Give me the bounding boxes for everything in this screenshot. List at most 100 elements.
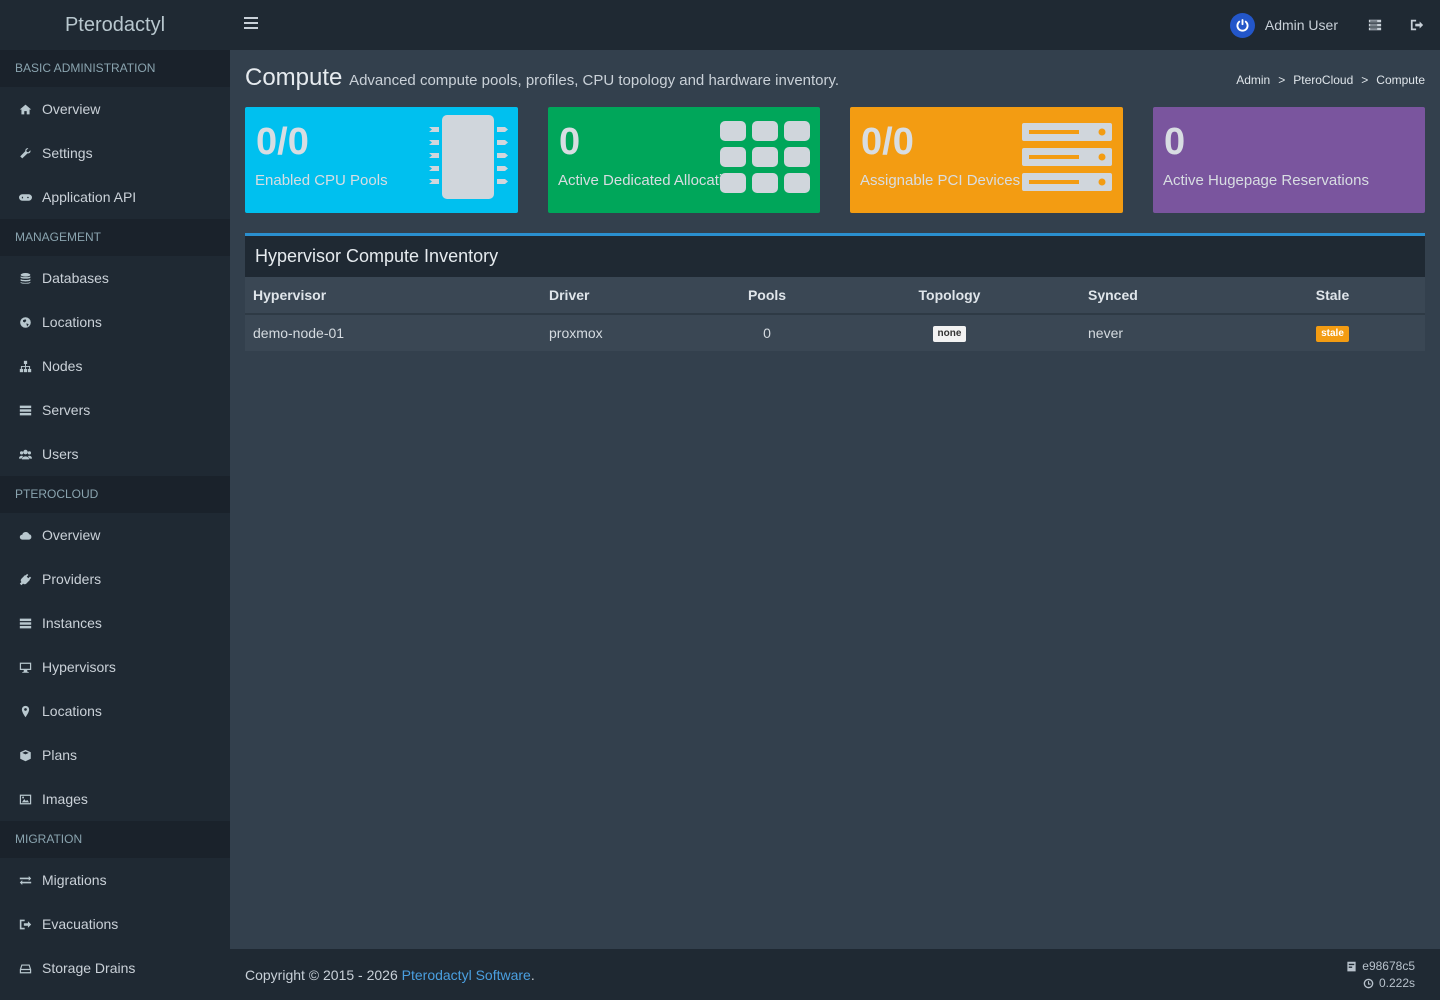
hypervisor-compute-inventory: Hypervisor Compute Inventory Hypervisor … bbox=[245, 233, 1425, 351]
breadcrumb: Admin > PteroCloud > Compute bbox=[1236, 73, 1425, 87]
desktop-icon bbox=[18, 660, 32, 674]
col-stale: Stale bbox=[1240, 277, 1425, 315]
page-title-text: Compute bbox=[245, 64, 343, 91]
users-icon bbox=[18, 447, 32, 461]
render-time: 0.222s bbox=[1363, 976, 1415, 990]
cell-stale: stale bbox=[1240, 314, 1425, 350]
stale-badge: stale bbox=[1316, 326, 1349, 342]
page-title: Compute Advanced compute pools, profiles… bbox=[245, 64, 839, 92]
user-menu[interactable]: Admin User bbox=[1229, 12, 1338, 38]
sign-out-icon[interactable] bbox=[1410, 18, 1424, 32]
user-name: Admin User bbox=[1264, 17, 1338, 33]
sidebar-header-migration: MIGRATION bbox=[0, 821, 230, 858]
stat-label: Enabled CPU Pools bbox=[255, 172, 388, 189]
map-marker-icon bbox=[18, 704, 32, 718]
stat-label: Active Hugepage Reservations bbox=[1163, 172, 1369, 189]
sidebar-item-label: Evacuations bbox=[42, 916, 119, 932]
cloud-icon bbox=[18, 528, 32, 542]
stat-active-dedicated-allocations: 0 Active Dedicated Allocations bbox=[548, 107, 820, 213]
hdd-icon bbox=[18, 961, 32, 975]
server-rack-icon bbox=[1021, 121, 1113, 198]
sidebar-item-label: Locations bbox=[42, 703, 102, 719]
sidebar-item-label: Hypervisors bbox=[42, 659, 116, 675]
brand-logo[interactable]: Pterodactyl bbox=[0, 0, 230, 50]
sidebar-item-migrations[interactable]: Migrations bbox=[0, 858, 230, 902]
sidebar-item-label: Settings bbox=[42, 145, 93, 161]
sidebar-item-users[interactable]: Users bbox=[0, 432, 230, 476]
sidebar-item-pterocloud-overview[interactable]: Overview bbox=[0, 513, 230, 557]
stat-label: Assignable PCI Devices bbox=[860, 172, 1021, 189]
stat-assignable-pci-devices: 0/0 Assignable PCI Devices bbox=[850, 107, 1123, 213]
sidebar-item-label: Storage Drains bbox=[42, 960, 136, 976]
sidebar-item-locations[interactable]: Locations bbox=[0, 300, 230, 344]
globe-icon bbox=[18, 315, 32, 329]
sidebar-item-label: Locations bbox=[42, 314, 102, 330]
footer-copyright: Copyright © 2015 - 2026 Pterodactyl Soft… bbox=[245, 967, 535, 983]
sidebar: Pterodactyl BASIC ADMINISTRATION Overvie… bbox=[0, 0, 230, 1000]
col-topology: Topology bbox=[819, 277, 1080, 315]
home-icon bbox=[18, 102, 32, 116]
sitemap-icon bbox=[18, 359, 32, 373]
cube-icon bbox=[18, 748, 32, 762]
cell-topology: none bbox=[819, 314, 1080, 350]
top-navbar: Admin User bbox=[230, 0, 1440, 50]
stat-enabled-cpu-pools: 0/0 Enabled CPU Pools bbox=[245, 107, 518, 213]
wrench-icon bbox=[18, 146, 32, 160]
sidebar-item-label: Overview bbox=[42, 527, 101, 543]
grid-icon bbox=[718, 121, 814, 198]
sidebar-item-overview[interactable]: Overview bbox=[0, 87, 230, 131]
col-hypervisor: Hypervisor bbox=[245, 277, 541, 315]
sidebar-item-application-api[interactable]: Application API bbox=[0, 175, 230, 219]
cell-synced: never bbox=[1088, 324, 1124, 341]
topology-badge: none bbox=[932, 326, 967, 342]
sidebar-item-servers[interactable]: Servers bbox=[0, 388, 230, 432]
breadcrumb-pterocloud[interactable]: PteroCloud bbox=[1293, 73, 1353, 87]
exchange-icon bbox=[18, 873, 32, 887]
sidebar-item-plans[interactable]: Plans bbox=[0, 733, 230, 777]
sidebar-item-label: Migrations bbox=[42, 872, 107, 888]
hamburger-icon[interactable] bbox=[244, 17, 258, 31]
sidebar-item-providers[interactable]: Providers bbox=[0, 557, 230, 601]
server-icon[interactable] bbox=[1368, 18, 1382, 32]
database-icon bbox=[18, 271, 32, 285]
stat-value: 0/0 bbox=[861, 121, 914, 163]
sidebar-item-label: Overview bbox=[42, 101, 101, 117]
sidebar-item-evacuations[interactable]: Evacuations bbox=[0, 902, 230, 946]
copyright-text: Copyright © 2015 - 2026 bbox=[245, 967, 402, 983]
stat-value: 0 bbox=[1164, 121, 1186, 163]
stat-value: 0/0 bbox=[256, 121, 309, 163]
server-icon bbox=[18, 616, 32, 630]
clock-icon bbox=[1363, 978, 1374, 988]
sidebar-item-storage-drains[interactable]: Storage Drains bbox=[0, 946, 230, 990]
sidebar-item-label: Nodes bbox=[42, 358, 83, 374]
footer: Copyright © 2015 - 2026 Pterodactyl Soft… bbox=[230, 949, 1440, 1000]
sidebar-item-images[interactable]: Images bbox=[0, 777, 230, 821]
code-branch-icon bbox=[1347, 961, 1356, 971]
cell-pools: 0 bbox=[763, 324, 771, 341]
sidebar-item-label: Images bbox=[42, 791, 88, 807]
sidebar-item-settings[interactable]: Settings bbox=[0, 131, 230, 175]
time-text: 0.222s bbox=[1378, 976, 1415, 990]
inventory-table: Hypervisor Driver Pools Topology Synced … bbox=[245, 277, 1425, 350]
sidebar-item-instances[interactable]: Instances bbox=[0, 601, 230, 645]
sidebar-item-label: Providers bbox=[42, 571, 102, 587]
breadcrumb-compute: Compute bbox=[1376, 73, 1425, 87]
server-icon bbox=[18, 403, 32, 417]
table-row: demo-node-01 proxmox 0 none never stale bbox=[245, 314, 1425, 350]
sidebar-item-pterocloud-locations[interactable]: Locations bbox=[0, 689, 230, 733]
sidebar-item-databases[interactable]: Databases bbox=[0, 256, 230, 300]
breadcrumb-admin[interactable]: Admin bbox=[1236, 73, 1270, 87]
microchip-icon bbox=[429, 115, 509, 208]
version-text: e98678c5 bbox=[1362, 959, 1415, 973]
table-header-row: Hypervisor Driver Pools Topology Synced … bbox=[245, 277, 1425, 315]
col-synced: Synced bbox=[1080, 277, 1240, 315]
sidebar-item-label: Servers bbox=[42, 402, 91, 418]
gamepad-icon bbox=[18, 190, 32, 204]
image-icon bbox=[18, 792, 32, 806]
col-pools: Pools bbox=[715, 277, 819, 315]
pterodactyl-software-link[interactable]: Pterodactyl Software bbox=[402, 967, 531, 983]
sidebar-item-nodes[interactable]: Nodes bbox=[0, 344, 230, 388]
sidebar-item-label: Instances bbox=[42, 615, 102, 631]
stat-label: Active Dedicated Allocations bbox=[558, 172, 730, 189]
sidebar-item-hypervisors[interactable]: Hypervisors bbox=[0, 645, 230, 689]
